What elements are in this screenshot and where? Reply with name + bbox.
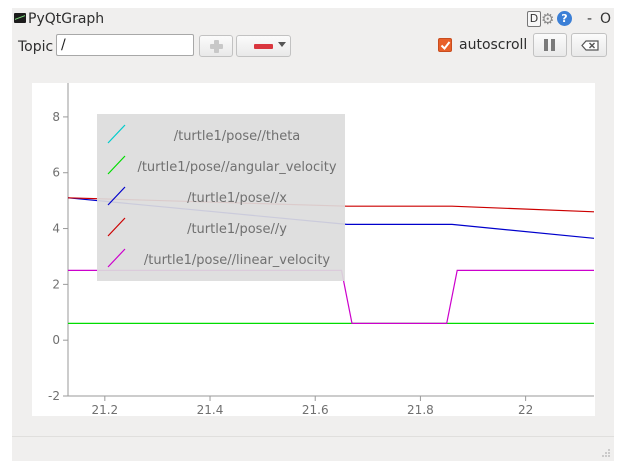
minus-icon xyxy=(254,44,273,49)
pause-icon xyxy=(544,39,556,51)
chevron-down-icon xyxy=(278,42,286,47)
x-tick-label: 22 xyxy=(518,403,533,416)
remove-topic-button[interactable] xyxy=(236,35,291,57)
y-tick-label: 2 xyxy=(52,277,60,291)
y-tick-label: 6 xyxy=(52,166,60,180)
autoscroll-checkbox[interactable] xyxy=(438,38,452,52)
plus-icon xyxy=(210,40,223,53)
line-chart[interactable]: -2 0 2 4 6 8 21.2 21.4 21.6 21.8 22 /turtle1/pose/… xyxy=(32,83,595,417)
dock-icon[interactable]: D xyxy=(527,11,541,27)
x-tick-label: 21.8 xyxy=(407,403,434,416)
backspace-icon xyxy=(581,40,599,51)
y-tick-label: 4 xyxy=(52,222,60,236)
plot-area[interactable]: -2 0 2 4 6 8 21.2 21.4 21.6 21.8 22 /turtle1/pose/… xyxy=(32,83,595,417)
window-title: PyQtGraph xyxy=(28,11,105,27)
help-icon[interactable]: ? xyxy=(557,11,572,26)
resize-grip-icon[interactable] xyxy=(601,448,611,458)
y-tick-label: 8 xyxy=(52,110,60,124)
y-tick-label: -2 xyxy=(48,389,60,403)
legend-label: /turtle1/pose//theta xyxy=(174,129,301,144)
close-button[interactable]: O xyxy=(600,11,611,27)
x-tick-label: 21.6 xyxy=(302,403,329,416)
pause-button[interactable] xyxy=(533,33,567,57)
app-icon xyxy=(14,13,26,23)
x-tick-label: 21.2 xyxy=(91,403,118,416)
legend-label: /turtle1/pose//x xyxy=(187,191,287,206)
y-tick-label: 0 xyxy=(52,333,60,347)
gear-icon[interactable]: ⚙ xyxy=(541,10,554,28)
clear-button[interactable] xyxy=(571,33,607,57)
checkmark-icon xyxy=(440,41,451,51)
add-topic-button[interactable] xyxy=(199,35,233,57)
status-bar xyxy=(12,436,614,461)
autoscroll-label: autoscroll xyxy=(459,37,528,53)
topic-input[interactable] xyxy=(56,34,194,56)
x-tick-label: 21.4 xyxy=(197,403,224,416)
legend-label: /turtle1/pose//y xyxy=(187,222,287,237)
topic-label: Topic xyxy=(18,39,54,55)
legend-label: /turtle1/pose//linear_velocity xyxy=(144,253,331,268)
minimize-button[interactable]: - xyxy=(587,11,592,27)
title-bar: PyQtGraph D ⚙ ? - O xyxy=(12,8,614,30)
legend-label: /turtle1/pose//angular_velocity xyxy=(137,160,336,175)
